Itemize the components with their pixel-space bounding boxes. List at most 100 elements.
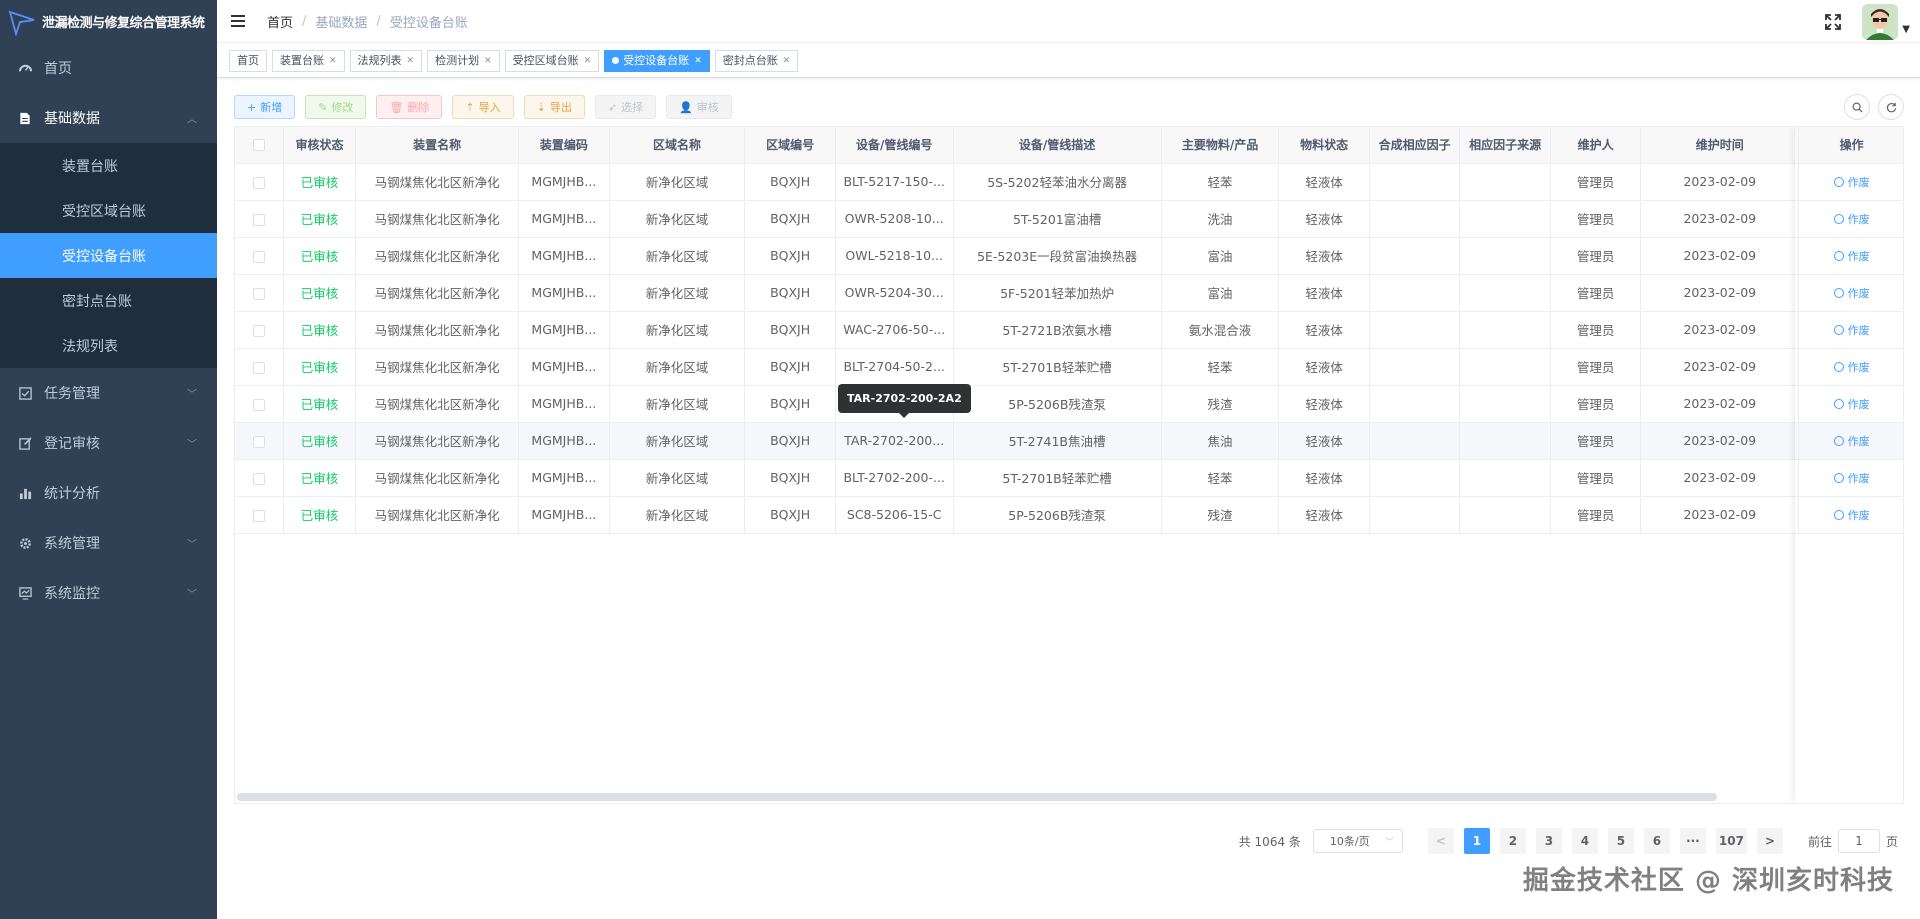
delete-button[interactable]: 🗑 删除 <box>376 95 443 119</box>
row-checkbox[interactable] <box>252 509 265 522</box>
void-link-label: 作废 <box>1847 360 1870 374</box>
void-link[interactable]: 作废 <box>1833 285 1870 301</box>
row-checkbox[interactable] <box>252 287 265 300</box>
row-checkbox[interactable] <box>252 361 265 374</box>
tag-equipment-ledger[interactable]: 受控设备台账 ✕ <box>604 49 710 72</box>
button-label: 删除 <box>407 101 430 114</box>
table-cell: 管理员 <box>1550 163 1642 201</box>
add-button[interactable]: + 新增 <box>234 95 296 119</box>
hamburger-icon[interactable] <box>231 13 247 29</box>
caret-down-icon[interactable]: ▼ <box>1902 24 1910 35</box>
table-cell: 氨水混合液 <box>1161 311 1280 349</box>
sidebar-item-system[interactable]: 系统管理 ﹀ <box>0 518 217 568</box>
sidebar-item-seal-ledger[interactable]: 密封点台账 <box>0 278 217 323</box>
table-row[interactable]: 已审核 马钢煤焦化北区新净化 MGMJHB... 新净化区域 BQXJH BLT-2704… <box>235 348 1903 386</box>
fullscreen-icon[interactable] <box>1824 13 1842 31</box>
void-link[interactable]: 作废 <box>1833 433 1870 449</box>
tag-inspection-plan[interactable]: 检测计划 ✕ <box>427 49 500 72</box>
table-row[interactable]: 已审核 马钢煤焦化北区新净化 MGMJHB... 新净化区域 BQXJH OWL-5218… <box>235 237 1903 275</box>
void-link[interactable]: 作废 <box>1833 507 1870 523</box>
active-dot-icon <box>612 57 620 64</box>
refresh-button[interactable] <box>1878 94 1904 120</box>
edit-button[interactable]: ✎ 修改 <box>305 95 367 119</box>
table-row[interactable]: 已审核 马钢煤焦化北区新净化 MGMJHB... 新净化区域 BQXJH OWR-5208… <box>235 200 1903 238</box>
row-checkbox[interactable] <box>252 176 265 189</box>
table-row[interactable]: 已审核 马钢煤焦化北区新净化 MGMJHB... 新净化区域 BQXJH 5P-5206B… <box>235 385 1903 423</box>
sidebar-item-tasks[interactable]: 任务管理 ﹀ <box>0 368 217 418</box>
table-cell: 马钢煤焦化北区新净化 <box>355 348 520 386</box>
logo[interactable]: 泄漏检测与修复综合管理系统 <box>0 0 217 43</box>
sidebar-item-basic-data[interactable]: 基础数据 ︿ <box>0 93 217 143</box>
page-button[interactable]: 107 <box>1715 828 1747 854</box>
sidebar-item-home[interactable]: 首页 <box>0 43 217 93</box>
row-checkbox[interactable] <box>252 472 265 485</box>
table-cell: 管理员 <box>1550 496 1642 534</box>
row-checkbox[interactable] <box>252 398 265 411</box>
table-row[interactable]: 已审核 马钢煤焦化北区新净化 MGMJHB... 新净化区域 BQXJH TAR-2702… <box>235 422 1903 460</box>
tag-device-ledger[interactable]: 装置台账 ✕ <box>272 49 345 72</box>
void-link[interactable]: 作废 <box>1833 359 1870 375</box>
send-icon: ➶ <box>607 100 618 114</box>
row-checkbox[interactable] <box>252 213 265 226</box>
sidebar-item-regulations[interactable]: 法规列表 <box>0 323 217 368</box>
tag-home[interactable]: 首页 <box>229 49 267 72</box>
void-link[interactable]: 作废 <box>1833 174 1870 190</box>
row-checkbox[interactable] <box>252 435 265 448</box>
row-checkbox[interactable] <box>252 324 265 337</box>
page-button[interactable]: 6 <box>1643 828 1670 854</box>
table-row[interactable]: 已审核 马钢煤焦化北区新净化 MGMJHB... 新净化区域 BQXJH SC8-5206… <box>235 496 1903 534</box>
close-icon[interactable]: ✕ <box>484 51 492 71</box>
table-row[interactable]: 已审核 马钢煤焦化北区新净化 MGMJHB... 新净化区域 BQXJH OWR-5204… <box>235 274 1903 312</box>
page-ellipsis-button[interactable]: ··· <box>1679 828 1706 854</box>
page-button[interactable]: 2 <box>1499 828 1526 854</box>
tag-area-ledger[interactable]: 受控区域台账 ✕ <box>504 49 600 72</box>
prev-page-button[interactable]: < <box>1427 828 1454 854</box>
search-toggle-button[interactable] <box>1844 94 1870 120</box>
sidebar-item-monitor[interactable]: 系统监控 ﹀ <box>0 568 217 618</box>
void-link[interactable]: 作废 <box>1833 470 1870 486</box>
table-row[interactable]: 已审核 马钢煤焦化北区新净化 MGMJHB... 新净化区域 BQXJH BLT-2702… <box>235 459 1903 497</box>
page-button[interactable]: 3 <box>1535 828 1562 854</box>
sidebar-item-area-ledger[interactable]: 受控区域台账 <box>0 188 217 233</box>
void-link[interactable]: 作废 <box>1833 396 1870 412</box>
page-button[interactable]: 1 <box>1463 828 1490 854</box>
export-button[interactable]: ⇣ 导出 <box>523 95 585 119</box>
goto-page-input[interactable]: 1 <box>1837 829 1880 853</box>
close-icon[interactable]: ✕ <box>694 51 702 71</box>
page-size-select[interactable]: 10条/页 ﹀ <box>1312 829 1403 853</box>
import-button[interactable]: ⇡ 导入 <box>452 95 514 119</box>
sidebar-item-registration[interactable]: 登记审核 ﹀ <box>0 418 217 468</box>
sidebar-item-device-ledger[interactable]: 装置台账 <box>0 143 217 188</box>
breadcrumb-home[interactable]: 首页 <box>267 12 293 31</box>
sidebar-item-statistics[interactable]: 统计分析 <box>0 468 217 518</box>
sidebar-item-equipment-ledger[interactable]: 受控设备台账 <box>0 233 217 278</box>
void-link-label: 作废 <box>1847 471 1870 485</box>
table-row[interactable]: 已审核 马钢煤焦化北区新净化 MGMJHB... 新净化区域 BQXJH WAC-2706… <box>235 311 1903 349</box>
table-cell: 新净化区域 <box>609 311 746 349</box>
close-icon[interactable]: ✕ <box>783 51 791 71</box>
page-button[interactable]: 4 <box>1571 828 1598 854</box>
row-select-cell <box>235 348 284 386</box>
row-checkbox[interactable] <box>252 250 265 263</box>
select-all-checkbox[interactable] <box>252 139 265 152</box>
avatar[interactable] <box>1862 3 1899 40</box>
tag-seal-ledger[interactable]: 密封点台账 ✕ <box>714 49 799 72</box>
button-label: 审核 <box>696 101 719 114</box>
app-title: 泄漏检测与修复综合管理系统 <box>42 16 205 31</box>
next-page-button[interactable]: > <box>1756 828 1783 854</box>
table-cell: OWR-5204-30... <box>835 274 954 312</box>
table-cell: 新净化区域 <box>609 200 746 238</box>
void-link[interactable]: 作废 <box>1833 211 1870 227</box>
page-button[interactable]: 5 <box>1607 828 1634 854</box>
void-link[interactable]: 作废 <box>1833 248 1870 264</box>
audit-button[interactable]: 👤 审核 <box>666 95 732 119</box>
close-icon[interactable]: ✕ <box>329 51 337 71</box>
table-cell: 已审核 <box>283 163 357 201</box>
close-icon[interactable]: ✕ <box>407 51 415 71</box>
tag-regulations[interactable]: 法规列表 ✕ <box>349 49 423 72</box>
select-button[interactable]: ➶ 选择 <box>594 95 657 119</box>
horizontal-scrollbar[interactable] <box>237 793 1717 801</box>
close-icon[interactable]: ✕ <box>584 51 592 71</box>
void-link[interactable]: 作废 <box>1833 322 1870 338</box>
table-row[interactable]: 已审核 马钢煤焦化北区新净化 MGMJHB... 新净化区域 BQXJH BLT-5217… <box>235 163 1903 201</box>
